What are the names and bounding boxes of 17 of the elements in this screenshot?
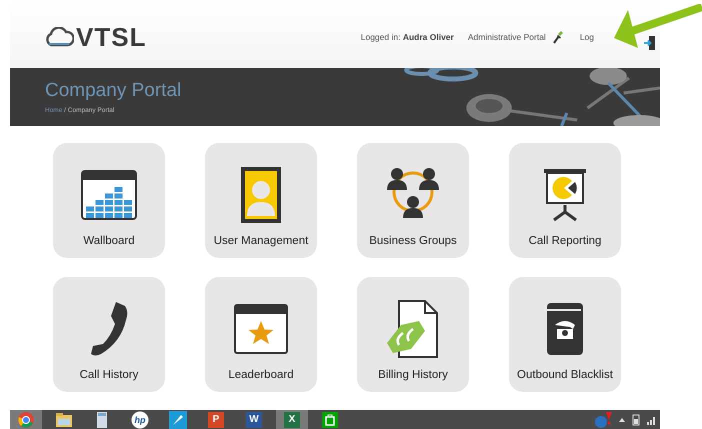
spreadsheet-app-icon[interactable]: X	[283, 410, 301, 428]
portal-tile[interactable]: Wallboard	[53, 143, 165, 258]
portal-tile[interactable]: Outbound Blacklist	[509, 276, 621, 392]
portal-tile[interactable]: Leaderboard	[205, 276, 317, 392]
portal-tile[interactable]: Billing History	[357, 276, 469, 392]
portal-tile[interactable]: Call Reporting	[509, 143, 621, 258]
logout-link[interactable]: Log	[580, 32, 594, 42]
portal-tile[interactable]: Call History	[53, 276, 165, 392]
logged-in-text: Logged in: Audra Oliver	[360, 32, 454, 42]
presentation-app-icon[interactable]: P	[207, 410, 225, 428]
hp-icon[interactable]: hp	[131, 410, 149, 428]
document-app-icon[interactable]: W	[245, 410, 263, 428]
logo-text: VTSL	[76, 22, 146, 52]
page-title: Company Portal	[45, 80, 182, 102]
portal-tile[interactable]: User Management	[205, 143, 317, 258]
portal-tile[interactable]: Business Groups	[357, 143, 469, 258]
admin-portal-link[interactable]: Administrative Portal	[468, 32, 546, 42]
